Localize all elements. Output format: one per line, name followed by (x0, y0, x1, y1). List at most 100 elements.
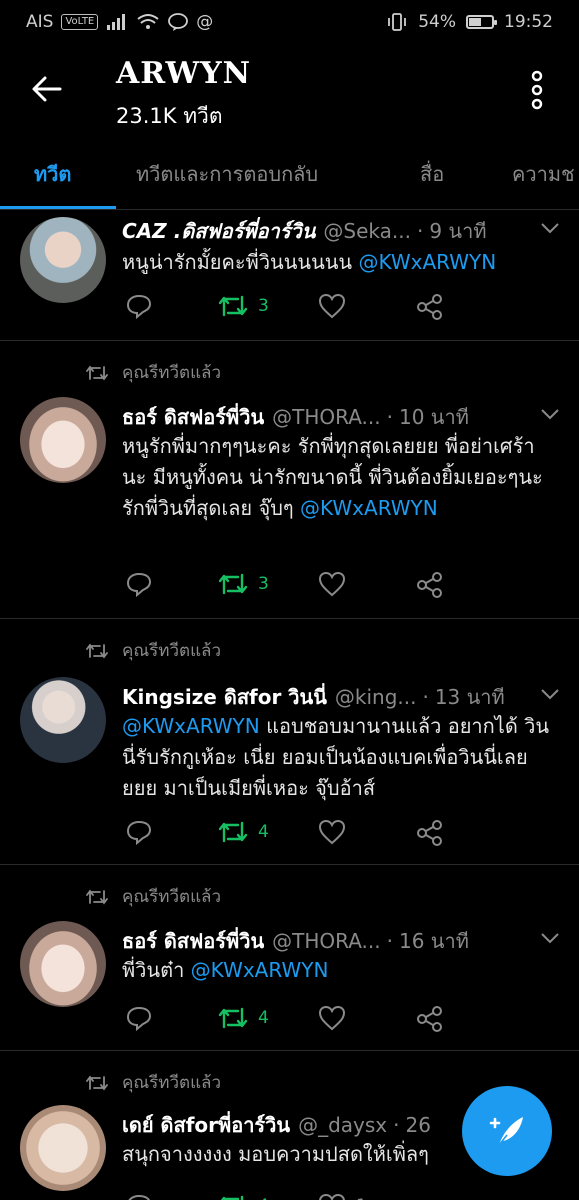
reply-button[interactable] (126, 571, 152, 597)
tab-media[interactable]: สื่อ (420, 158, 444, 190)
timestamp: 13 นาที (434, 685, 505, 709)
retweet-icon (218, 573, 248, 595)
tab-tweets[interactable]: ทวีต (34, 158, 71, 190)
mention-link[interactable]: @KWxARWYN (300, 496, 438, 520)
retweeted-indicator: คุณรีทวีตแล้ว (86, 359, 221, 386)
heart-icon (318, 293, 346, 319)
retweet-button[interactable]: 4 (218, 1005, 269, 1031)
mention-link[interactable]: @KWxARWYN (191, 958, 329, 982)
tweet-count: 23.1K ทวีต (116, 104, 223, 128)
avatar[interactable] (20, 1105, 106, 1191)
avatar[interactable] (20, 921, 106, 1007)
chevron-down-icon[interactable] (539, 931, 561, 945)
retweet-small-icon (86, 643, 108, 658)
avatar[interactable] (20, 397, 106, 483)
back-arrow-icon[interactable] (30, 72, 64, 106)
reply-button[interactable] (126, 1193, 152, 1200)
timestamp: 16 นาที (398, 929, 469, 953)
tweet-header: ธอร์ ดิสฟอร์พี่วิน @THORA... · 16 นาที (122, 925, 559, 957)
timestamp: 9 นาที (429, 219, 487, 243)
chevron-down-icon[interactable] (539, 687, 561, 701)
avatar[interactable] (20, 677, 106, 763)
like-count: 1 (356, 1196, 367, 1200)
retweet-count: 4 (258, 1008, 269, 1028)
tweet-text-part: หนูน่ารักมั้ยคะพี่วินนนนนน (122, 250, 359, 274)
carrier-label: AIS (26, 12, 54, 32)
share-icon (417, 1006, 442, 1032)
retweet-button[interactable]: 4 (218, 819, 269, 845)
heart-icon (319, 1193, 345, 1200)
heart-icon (318, 1005, 346, 1031)
battery-icon (466, 15, 497, 29)
mention-link[interactable]: @KWxARWYN (122, 714, 260, 738)
retweeted-label: คุณรีทวีตแล้ว (122, 1073, 221, 1093)
tweet-actions: 4 (126, 819, 446, 849)
retweet-count: 3 (258, 296, 269, 316)
share-button[interactable] (416, 293, 444, 321)
share-icon (417, 294, 442, 320)
handle[interactable]: @THORA... (272, 405, 381, 429)
profile-tabs: ทวีต ทวีตและการตอบกลับ สื่อ ความช (0, 144, 579, 210)
reply-button[interactable] (126, 1005, 152, 1031)
display-name[interactable]: CAZ .ดิสฟอร์พี่อาร์วิน (122, 215, 315, 247)
at-icon: @ (196, 12, 214, 32)
reply-button[interactable] (126, 293, 152, 319)
share-button[interactable] (416, 1005, 444, 1033)
timestamp: 26 (405, 1113, 431, 1137)
share-icon (417, 572, 442, 598)
tab-likes[interactable]: ความช (512, 158, 575, 190)
display-name[interactable]: เดย์ ดิสforพี่อาร์วิน (122, 1109, 290, 1141)
tab-tweets-and-replies[interactable]: ทวีตและการตอบกลับ (136, 158, 318, 190)
retweet-icon (218, 821, 248, 843)
retweet-button[interactable]: 4 (218, 1193, 269, 1200)
handle[interactable]: @king... (335, 685, 417, 709)
like-button[interactable] (318, 293, 346, 319)
display-name[interactable]: Kingsize ดิสfor วินนี่ (122, 681, 327, 713)
tweet-header: Kingsize ดิสfor วินนี่ @king... · 13 นาท… (122, 681, 559, 713)
separator-dot: · (386, 929, 393, 953)
share-button[interactable] (416, 819, 444, 847)
avatar[interactable] (20, 217, 106, 303)
retweet-small-icon (86, 889, 108, 904)
tweet-text: หนูน่ารักมั้ยคะพี่วินนนนนน @KWxARWYN (122, 247, 557, 278)
mention-link[interactable]: @KWxARWYN (358, 250, 496, 274)
like-button[interactable] (318, 1005, 346, 1031)
vibrate-icon (388, 13, 407, 31)
tweet-actions: 4 (126, 1005, 446, 1035)
display-name[interactable]: ธอร์ ดิสฟอร์พี่วิน (122, 401, 264, 433)
more-vertical-icon[interactable] (528, 70, 546, 110)
tweet-feed: CAZ .ดิสฟอร์พี่อาร์วิน @Seka... · 9 นาที… (0, 211, 579, 1200)
tweet-item[interactable]: CAZ .ดิสฟอร์พี่อาร์วิน @Seka... · 9 นาที… (0, 211, 579, 341)
tweet-text-part: สนุกจางงงงง มอบความปสดให้เพิ่ลๆ (122, 1142, 429, 1166)
tweet-item[interactable]: คุณรีทวีตแล้ว Kingsize ดิสfor วินนี่ @ki… (0, 619, 579, 865)
like-button[interactable]: 1 (318, 1193, 367, 1200)
retweet-small-icon (86, 1075, 108, 1090)
retweet-count: 4 (258, 822, 269, 842)
profile-title: ARWYN (116, 56, 252, 91)
separator-dot: · (416, 219, 424, 243)
compose-button[interactable] (462, 1086, 552, 1176)
retweet-count: 4 (258, 1196, 269, 1200)
tweet-item[interactable]: คุณรีทวีตแล้ว ธอร์ ดิสฟอร์พี่วิน @THORA.… (0, 341, 579, 619)
handle[interactable]: @_daysx (298, 1113, 387, 1137)
reply-button[interactable] (126, 819, 152, 845)
chevron-down-icon[interactable] (539, 407, 561, 421)
tweet-text: หนูรักพี่มากๆๆนะคะ รักพี่ทุกสุดเลยยย พี่… (122, 431, 557, 524)
like-button[interactable] (318, 571, 346, 597)
tweet-item[interactable]: คุณรีทวีตแล้ว ธอร์ ดิสฟอร์พี่วิน @THORA.… (0, 865, 579, 1051)
reply-icon (126, 820, 152, 845)
share-icon (417, 820, 442, 846)
share-button[interactable] (416, 571, 444, 599)
reply-icon (126, 572, 152, 597)
retweet-button[interactable]: 3 (218, 293, 269, 319)
handle[interactable]: @THORA... (272, 929, 381, 953)
tweet-text: พี่วินต๋า @KWxARWYN (122, 955, 557, 986)
retweet-button[interactable]: 3 (218, 571, 269, 597)
chevron-down-icon[interactable] (539, 221, 561, 235)
separator-dot: · (386, 405, 393, 429)
retweeted-label: คุณรีทวีตแล้ว (122, 887, 221, 907)
display-name[interactable]: ธอร์ ดิสฟอร์พี่วิน (122, 925, 264, 957)
handle[interactable]: @Seka... (323, 219, 411, 243)
like-button[interactable] (318, 819, 346, 845)
active-tab-indicator (0, 206, 116, 209)
